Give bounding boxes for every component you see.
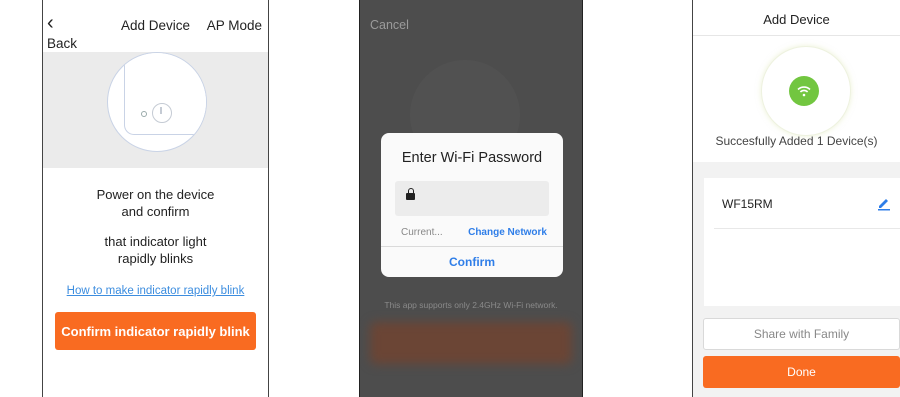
back-label: Back [47, 36, 78, 51]
background-button [370, 322, 572, 364]
cancel-button[interactable]: Cancel [370, 18, 409, 32]
instruction-line: Power on the device [96, 187, 215, 202]
indicator-light-icon [141, 111, 147, 117]
success-message: Succesfully Added 1 Device(s) [715, 134, 878, 148]
page-title: Add Device [763, 12, 830, 27]
change-network-button[interactable]: Change Network [468, 227, 547, 238]
wifi-password-screen: Cancel This app supports only 2.4GHz Wi-… [359, 0, 583, 397]
instruction-line: and confirm [121, 204, 190, 219]
pencil-icon[interactable] [876, 195, 892, 211]
instruction-line: rapidly blinks [117, 251, 194, 266]
wifi-icon [797, 86, 811, 97]
device-plate [124, 53, 206, 135]
dialog-title: Enter Wi-Fi Password [401, 150, 543, 166]
divider [693, 35, 900, 36]
help-link[interactable]: How to make indicator rapidly blink [43, 285, 268, 297]
add-device-screen: ‹ Back Add Device AP Mode Power on the d… [42, 0, 269, 397]
confirm-blink-button[interactable]: Confirm indicator rapidly blink [55, 312, 256, 350]
ap-mode-button[interactable]: AP Mode [207, 18, 262, 33]
device-added-screen: Add Device Succesfully Added 1 Device(s)… [692, 0, 900, 397]
wifi-support-note: This app supports only 2.4GHz Wi-Fi netw… [384, 300, 558, 310]
instruction-line: that indicator light [104, 234, 207, 249]
success-panel: Add Device Succesfully Added 1 Device(s) [693, 0, 900, 162]
power-icon [152, 103, 172, 123]
device-name: WF15RM [722, 197, 773, 211]
nav-bar: ‹ Back Add Device AP Mode [43, 0, 268, 52]
done-button[interactable]: Done [703, 356, 900, 388]
confirm-button[interactable]: Confirm [381, 255, 563, 269]
device-list-card: WF15RM [704, 178, 900, 306]
password-field[interactable] [395, 181, 549, 216]
lock-icon [406, 188, 415, 200]
wifi-icon [789, 76, 819, 106]
share-with-family-button[interactable]: Share with Family [703, 318, 900, 350]
current-network-label: Current... [401, 227, 443, 238]
device-illustration-area [43, 52, 268, 168]
wifi-password-dialog: Enter Wi-Fi Password Current... Change N… [381, 133, 563, 277]
divider [381, 246, 563, 247]
device-illustration [107, 52, 207, 152]
divider [714, 228, 900, 229]
